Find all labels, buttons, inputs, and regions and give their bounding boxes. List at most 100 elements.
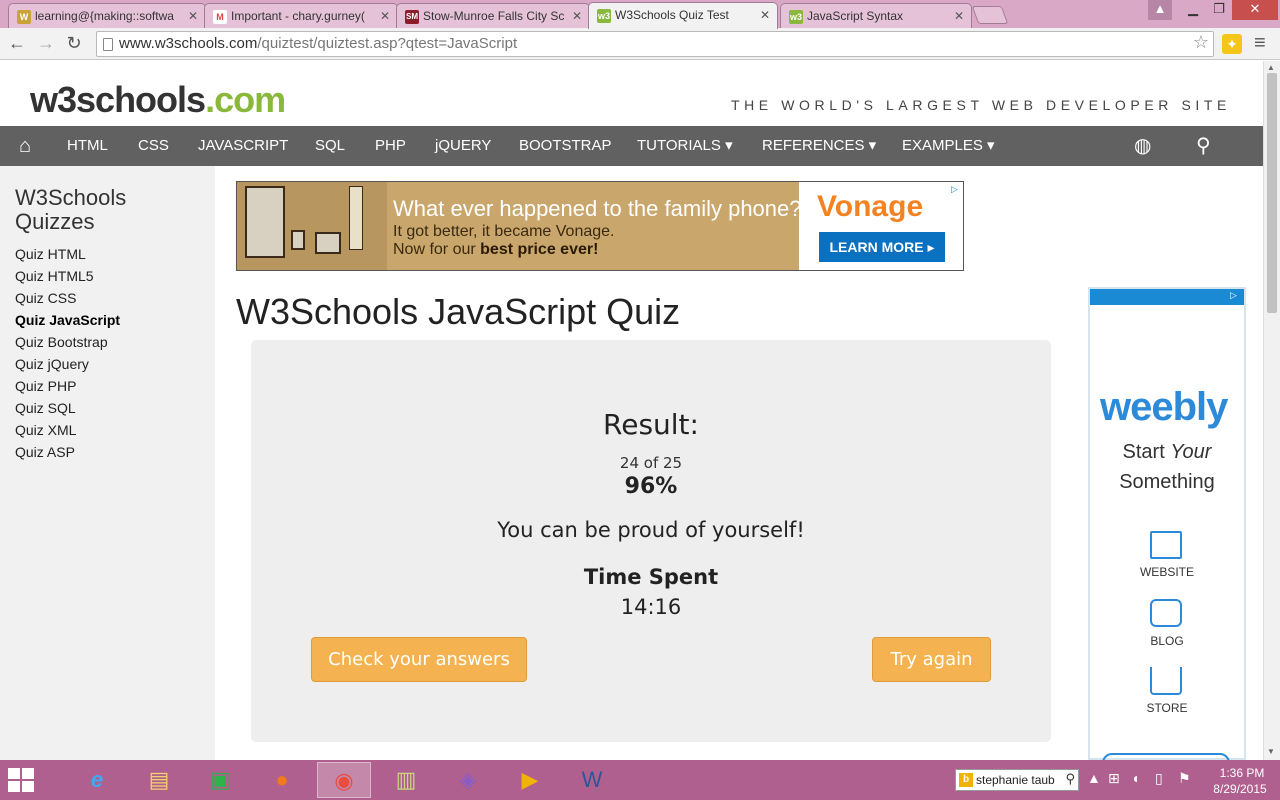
clock-time[interactable]: 1:36 PM	[1210, 766, 1274, 780]
result-message: You can be proud of yourself!	[497, 518, 805, 542]
battery-icon[interactable]: ▯	[1155, 770, 1163, 787]
learn-more-button[interactable]: LEARN MORE ▸	[819, 232, 945, 262]
sidebar-item-quiz-css[interactable]: Quiz CSS	[15, 290, 76, 306]
sidebar-item-quiz-jquery[interactable]: Quiz jQuery	[15, 356, 89, 372]
tab-javascript-syntax[interactable]: w3 JavaScript Syntax ✕	[780, 3, 972, 28]
nav-php[interactable]: PHP	[375, 126, 406, 166]
url-domain: www.w3schools.com	[119, 35, 258, 52]
scroll-down-icon[interactable]: ▼	[1267, 747, 1275, 756]
ad-subline: It got better, it became Vonage.	[393, 223, 615, 240]
close-icon[interactable]: ✕	[572, 9, 582, 23]
scroll-up-icon[interactable]: ▲	[1267, 63, 1275, 72]
blog-icon	[1150, 599, 1182, 627]
finance-app-icon[interactable]: ▥	[379, 762, 433, 798]
file-explorer-icon[interactable]: ▤	[132, 762, 186, 798]
media-player-icon[interactable]: ▶	[503, 762, 557, 798]
nav-css[interactable]: CSS	[138, 126, 169, 166]
sidebar-item-quiz-php[interactable]: Quiz PHP	[15, 378, 76, 394]
taskbar-search-input[interactable]: b stephanie taub ⚲	[955, 769, 1079, 791]
minimize-button[interactable]: ▁	[1180, 0, 1206, 20]
check-answers-button[interactable]: Check your answers	[311, 637, 527, 682]
close-icon[interactable]: ✕	[380, 9, 390, 23]
vonage-logo: Vonage	[817, 190, 924, 223]
close-window-button[interactable]: ✕	[1232, 0, 1278, 20]
nav-html[interactable]: HTML	[67, 126, 108, 166]
bookmark-star-icon[interactable]: ☆	[1193, 32, 1209, 53]
weebly-side-ad[interactable]: ▷ weebly Start Your Something WEBSITE BL…	[1088, 287, 1246, 760]
tab-learning[interactable]: W learning@{making::softwa ✕	[8, 3, 206, 28]
tab-label: Important - chary.gurney(	[231, 9, 365, 23]
chrome-menu-icon[interactable]: ≡	[1254, 32, 1266, 55]
close-icon[interactable]: ✕	[188, 9, 198, 23]
close-icon[interactable]: ✕	[954, 9, 964, 23]
sidebar-item-quiz-html5[interactable]: Quiz HTML5	[15, 268, 94, 284]
sidebar-item-quiz-asp[interactable]: Quiz ASP	[15, 444, 75, 460]
weebly-website-label[interactable]: WEBSITE	[1090, 565, 1244, 579]
site-tagline: THE WORLD'S LARGEST WEB DEVELOPER SITE	[730, 97, 1231, 113]
adchoices-icon[interactable]: ▷	[951, 184, 963, 196]
scrollbar-thumb[interactable]	[1267, 73, 1277, 313]
back-arrow-icon[interactable]: ←	[5, 32, 29, 56]
nav-bootstrap[interactable]: BOOTSTRAP	[519, 126, 612, 166]
tab-gmail[interactable]: M Important - chary.gurney( ✕	[204, 3, 398, 28]
picture-frame	[245, 186, 285, 258]
w3schools-favicon-icon: w3	[789, 10, 803, 24]
address-bar[interactable]: www.w3schools.com/quiztest/quiztest.asp?…	[96, 31, 1214, 57]
tab-stow-munroe[interactable]: SM Stow-Munroe Falls City Sc ✕	[396, 3, 590, 28]
weebly-button[interactable]	[1102, 753, 1230, 760]
forward-arrow-icon[interactable]: →	[34, 32, 58, 56]
windows-store-icon[interactable]: ▣	[193, 762, 247, 798]
sidebar-item-quiz-sql[interactable]: Quiz SQL	[15, 400, 76, 416]
nav-javascript[interactable]: JAVASCRIPT	[198, 126, 288, 166]
time-spent-value: 14:16	[620, 595, 682, 619]
new-tab-button[interactable]	[971, 6, 1009, 24]
vertical-scrollbar[interactable]: ▲ ▼	[1263, 61, 1280, 760]
w3schools-logo[interactable]: w3schools.com	[30, 79, 286, 121]
sidebar-item-quiz-html[interactable]: Quiz HTML	[15, 246, 86, 262]
word-icon[interactable]: W	[565, 762, 619, 798]
show-hidden-icons-icon[interactable]: ▲	[1087, 770, 1101, 786]
nav-jquery[interactable]: jQUERY	[435, 126, 491, 166]
clock-date[interactable]: 8/29/2015	[1205, 782, 1275, 796]
reload-icon[interactable]: ↻	[62, 32, 86, 56]
nav-tutorials[interactable]: TUTORIALS ▾	[637, 126, 733, 166]
extension-icon[interactable]: ✦	[1222, 34, 1242, 54]
sm-favicon-icon: SM	[405, 10, 419, 24]
tab-label: Stow-Munroe Falls City Sc	[423, 9, 565, 23]
sidebar-item-quiz-javascript[interactable]: Quiz JavaScript	[15, 312, 120, 328]
nav-examples[interactable]: EXAMPLES ▾	[902, 126, 995, 166]
nav-sql[interactable]: SQL	[315, 126, 345, 166]
home-icon[interactable]: ⌂	[0, 126, 50, 166]
user-profile-icon[interactable]: ▲	[1148, 0, 1172, 20]
weebly-tagline-2: Something	[1119, 471, 1215, 493]
search-icon[interactable]: ⚲	[1065, 771, 1075, 787]
volume-icon[interactable]: ◖	[1131, 770, 1139, 786]
tab-label: JavaScript Syntax	[807, 9, 904, 23]
cart-icon	[1150, 667, 1182, 695]
sidebar-item-quiz-xml[interactable]: Quiz XML	[15, 422, 76, 438]
chrome-icon[interactable]: ◉	[317, 762, 371, 798]
page-title: W3Schools JavaScript Quiz	[236, 291, 681, 332]
wall-phone	[349, 186, 363, 250]
weebly-store-label[interactable]: STORE	[1090, 701, 1244, 715]
vonage-banner-ad[interactable]: What ever happened to the family phone? …	[236, 181, 964, 271]
search-icon[interactable]: ⚲	[1196, 126, 1211, 166]
weebly-your-word: Your	[1170, 441, 1212, 463]
maximize-button[interactable]: ❐	[1206, 0, 1232, 20]
nav-references[interactable]: REFERENCES ▾	[762, 126, 876, 166]
action-center-flag-icon[interactable]: ⚑	[1178, 770, 1191, 787]
adchoices-icon[interactable]: ▷	[1230, 290, 1242, 302]
windows-start-icon[interactable]	[8, 768, 34, 792]
windows-flag-icon[interactable]: ⊞	[1108, 770, 1120, 787]
globe-icon[interactable]: ◍	[1134, 126, 1151, 166]
try-again-button[interactable]: Try again	[872, 637, 991, 682]
ad-subline-bold: best price ever!	[480, 241, 599, 258]
visual-studio-icon[interactable]: ◈	[441, 762, 495, 798]
tab-w3schools-quiz[interactable]: w3 W3Schools Quiz Test ✕	[588, 2, 778, 29]
weebly-logo: weebly	[1100, 385, 1228, 429]
internet-explorer-icon[interactable]: e	[70, 762, 124, 798]
firefox-icon[interactable]: ●	[255, 762, 309, 798]
weebly-blog-label[interactable]: BLOG	[1090, 634, 1244, 648]
close-icon[interactable]: ✕	[760, 8, 770, 22]
sidebar-item-quiz-bootstrap[interactable]: Quiz Bootstrap	[15, 334, 108, 350]
